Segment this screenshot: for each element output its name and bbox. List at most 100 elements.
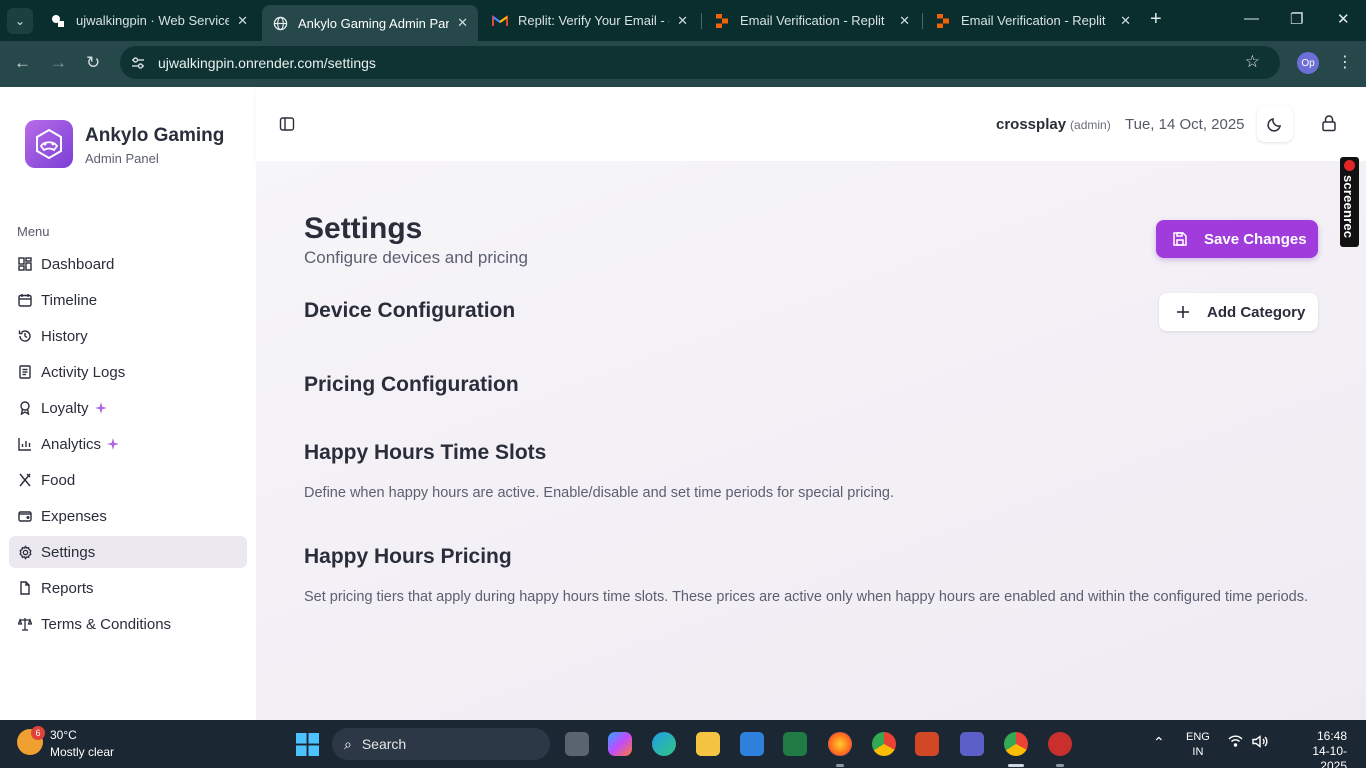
bookmark-star-icon[interactable]: ☆ xyxy=(1245,52,1260,72)
sidebar-item-food[interactable]: Food xyxy=(9,464,247,496)
weather-badge: 6 xyxy=(31,726,45,740)
restore-icon[interactable]: ❐ xyxy=(1290,10,1303,28)
address-bar[interactable]: ujwalkingpin.onrender.com/settings ☆ xyxy=(120,46,1280,79)
browser-tab[interactable]: Email Verification - Replit ✕ xyxy=(925,5,1141,36)
system-clock[interactable]: 16:48 14-10-2025 xyxy=(1300,729,1347,768)
sidebar-item-analytics[interactable]: Analytics xyxy=(9,428,247,460)
close-icon[interactable]: ✕ xyxy=(237,13,248,29)
sidebar-item-label: Dashboard xyxy=(41,255,115,273)
profile-avatar[interactable]: Op xyxy=(1297,52,1319,74)
sidebar-toggle-icon[interactable] xyxy=(279,116,295,132)
sidebar-item-expenses[interactable]: Expenses xyxy=(9,500,247,532)
save-button-label: Save Changes xyxy=(1204,230,1307,248)
running-indicator xyxy=(836,764,844,767)
back-icon[interactable]: ← xyxy=(14,53,31,73)
tab-label: Email Verification - Replit xyxy=(961,13,1106,28)
sidebar-item-timeline[interactable]: Timeline xyxy=(9,284,247,316)
save-changes-button[interactable]: Save Changes xyxy=(1156,220,1318,258)
tab-search-button[interactable]: ⌄ xyxy=(7,7,33,34)
lang-line1: ENG xyxy=(1186,731,1210,743)
chrome-icon[interactable] xyxy=(872,732,896,756)
search-label: Search xyxy=(361,736,407,752)
screenrec-widget[interactable]: screenrec xyxy=(1340,157,1359,247)
device-config-title: Device Configuration xyxy=(304,299,516,322)
chevron-up-icon[interactable]: ⌃ xyxy=(1153,734,1165,751)
replit-icon xyxy=(935,13,951,29)
wifi-icon[interactable] xyxy=(1228,735,1243,750)
sparkle-icon xyxy=(107,438,120,450)
menu-section-label: Menu xyxy=(17,224,50,239)
add-category-button[interactable]: Add Category xyxy=(1159,293,1318,331)
history-icon xyxy=(17,328,33,344)
site-info-icon[interactable] xyxy=(130,55,146,71)
excel-icon[interactable] xyxy=(783,732,807,756)
close-icon[interactable]: ✕ xyxy=(677,13,688,29)
browser-tab[interactable]: ujwalkingpin · Web Service ✕ xyxy=(40,5,258,36)
weather-desc: Mostly clear xyxy=(50,745,115,759)
search-icon: ⌕ xyxy=(344,735,352,752)
reload-icon[interactable]: ↻ xyxy=(86,53,100,73)
sidebar-item-terms[interactable]: Terms & Conditions xyxy=(9,608,247,640)
lock-icon[interactable] xyxy=(1320,114,1338,132)
tab-label: Ankylo Gaming Admin Panel xyxy=(298,15,450,31)
brand-title: Ankylo Gaming xyxy=(85,125,225,146)
sparkle-icon xyxy=(94,402,107,414)
award-icon xyxy=(17,400,33,416)
browser-tab-active[interactable]: Ankylo Gaming Admin Panel ✕ xyxy=(262,5,478,41)
moon-icon xyxy=(1267,118,1281,132)
running-indicator xyxy=(1056,764,1064,767)
username: crossplay xyxy=(996,116,1067,133)
chrome-profile-icon[interactable] xyxy=(1004,732,1028,756)
taskbar-search[interactable]: ⌕ Search xyxy=(332,728,550,760)
close-icon[interactable]: ✕ xyxy=(1120,13,1131,29)
sidebar-item-label: Reports xyxy=(41,579,94,597)
minimize-icon[interactable]: — xyxy=(1244,10,1259,27)
sidebar-item-history[interactable]: History xyxy=(9,320,247,352)
windows-start-icon[interactable] xyxy=(296,733,319,756)
browser-tab[interactable]: Email Verification - Replit ✕ xyxy=(704,5,920,36)
store-icon[interactable] xyxy=(740,732,764,756)
sidebar-item-dashboard[interactable]: Dashboard xyxy=(9,248,247,280)
window-close-icon[interactable]: ✕ xyxy=(1337,10,1350,28)
browser-menu-icon[interactable]: ⋮ xyxy=(1337,52,1353,72)
browser-tab[interactable]: Replit: Verify Your Email - op ✕ xyxy=(482,5,698,36)
sidebar-item-settings[interactable]: Settings xyxy=(9,536,247,568)
close-icon[interactable]: ✕ xyxy=(457,15,468,31)
happy-hours-slots-title: Happy Hours Time Slots xyxy=(304,441,547,464)
file-explorer-icon[interactable] xyxy=(696,732,720,756)
sidebar-item-loyalty[interactable]: Loyalty xyxy=(9,392,247,424)
active-indicator xyxy=(1008,764,1024,767)
sidebar-item-reports[interactable]: Reports xyxy=(9,572,247,604)
edge-icon[interactable] xyxy=(652,732,676,756)
sidebar-item-label: Timeline xyxy=(41,291,98,309)
gmail-icon xyxy=(492,13,508,29)
happy-hours-pricing-title: Happy Hours Pricing xyxy=(304,545,512,568)
sidebar-item-activity-logs[interactable]: Activity Logs xyxy=(9,356,247,388)
language-indicator[interactable]: ENG IN xyxy=(1186,730,1210,760)
tab-label: Replit: Verify Your Email - op xyxy=(518,13,670,28)
save-icon xyxy=(1173,232,1187,246)
settings-main: Settings Configure devices and pricing S… xyxy=(256,161,1366,720)
current-date: Tue, 14 Oct, 2025 xyxy=(1125,116,1245,133)
page-title: Settings xyxy=(304,212,423,245)
utensils-icon xyxy=(17,472,33,488)
sidebar-item-label: Analytics xyxy=(41,435,102,453)
powerpoint-icon[interactable] xyxy=(915,732,939,756)
forward-icon[interactable]: → xyxy=(50,53,67,73)
add-category-label: Add Category xyxy=(1207,303,1306,321)
wallet-icon xyxy=(17,508,33,524)
copilot-icon[interactable] xyxy=(608,732,632,756)
close-icon[interactable]: ✕ xyxy=(899,13,910,29)
new-tab-icon[interactable]: + xyxy=(1150,8,1162,31)
task-view-icon[interactable] xyxy=(565,732,589,756)
calendar-icon xyxy=(17,292,33,308)
teams-icon[interactable] xyxy=(960,732,984,756)
sidebar-item-label: History xyxy=(41,327,88,345)
firefox-icon[interactable] xyxy=(828,732,852,756)
speedtest-icon[interactable] xyxy=(1048,732,1072,756)
volume-icon[interactable] xyxy=(1252,735,1268,751)
chart-icon xyxy=(17,436,33,452)
tab-separator xyxy=(922,13,923,29)
theme-toggle-button[interactable] xyxy=(1257,106,1293,142)
sidebar-item-label: Loyalty xyxy=(41,399,89,417)
